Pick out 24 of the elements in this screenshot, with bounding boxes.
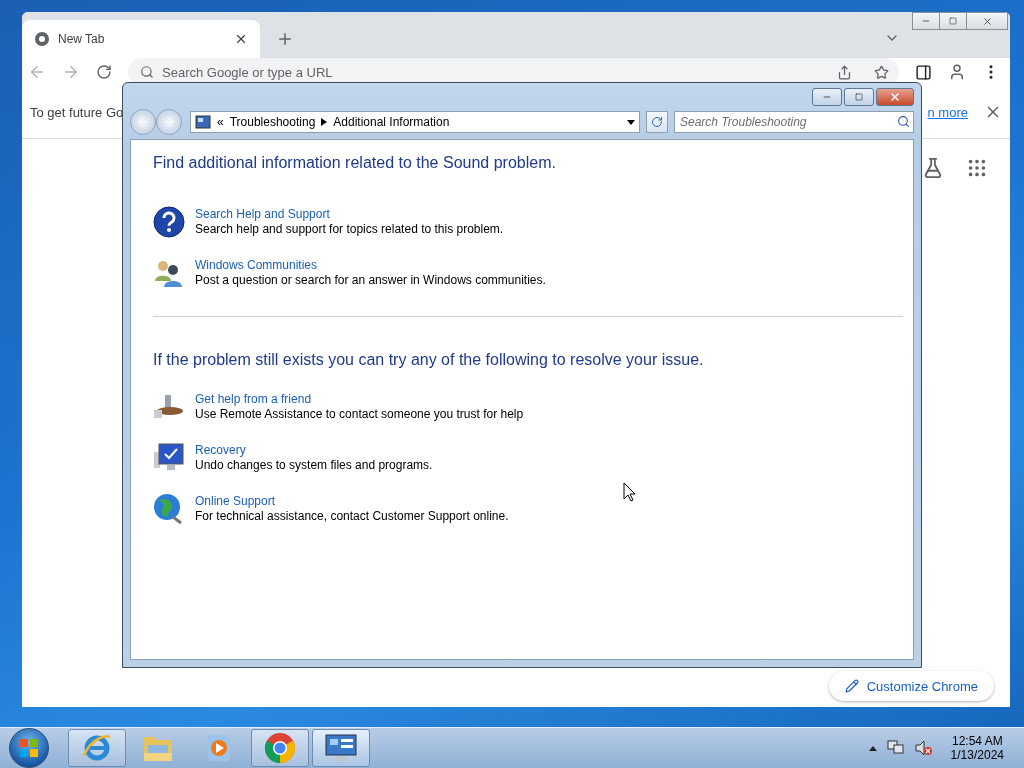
customize-chrome-button[interactable]: Customize Chrome — [828, 671, 994, 701]
address-placeholder: Search Google or type a URL — [162, 64, 334, 80]
search-field[interactable]: Search Troubleshooting — [674, 111, 914, 133]
clock-date[interactable]: 1/13/2024 — [950, 748, 1004, 762]
task-link[interactable]: Recovery — [195, 443, 433, 457]
task-link[interactable]: Online Support — [195, 494, 509, 508]
clock-time[interactable]: 12:54 AM — [951, 734, 1003, 748]
task-link[interactable]: Windows Communities — [195, 258, 546, 272]
task-link[interactable]: Search Help and Support — [195, 207, 504, 221]
section-heading: If the problem still exists you can try any of the following to resolve your issue. — [153, 351, 705, 369]
breadcrumb-item[interactable]: Additional Information — [333, 115, 450, 129]
tab-title: New Tab — [58, 32, 106, 46]
section-heading: Find additional information related to the Sound problem. — [153, 154, 557, 172]
breadcrumb-prefix[interactable]: « — [217, 115, 224, 129]
task-description: Undo changes to system files and programs. — [195, 458, 433, 472]
task-description: For technical assistance, contact Customer Support online. — [195, 509, 509, 523]
browser-tab[interactable]: New Tab — [22, 20, 260, 58]
task-description: Use Remote Assistance to contact someone you trust for help — [195, 407, 524, 421]
task-description: Search help and support for topics related to this problem. — [195, 222, 504, 236]
address-bar[interactable]: « Troubleshooting Additional Information — [190, 111, 640, 133]
task-description: Post a question or search for an answer in Windows communities. — [195, 273, 546, 287]
task-link[interactable]: Get help from a friend — [195, 392, 524, 406]
breadcrumb-item[interactable]: Troubleshooting — [229, 115, 316, 129]
learn-more-link[interactable]: n more — [927, 104, 968, 120]
